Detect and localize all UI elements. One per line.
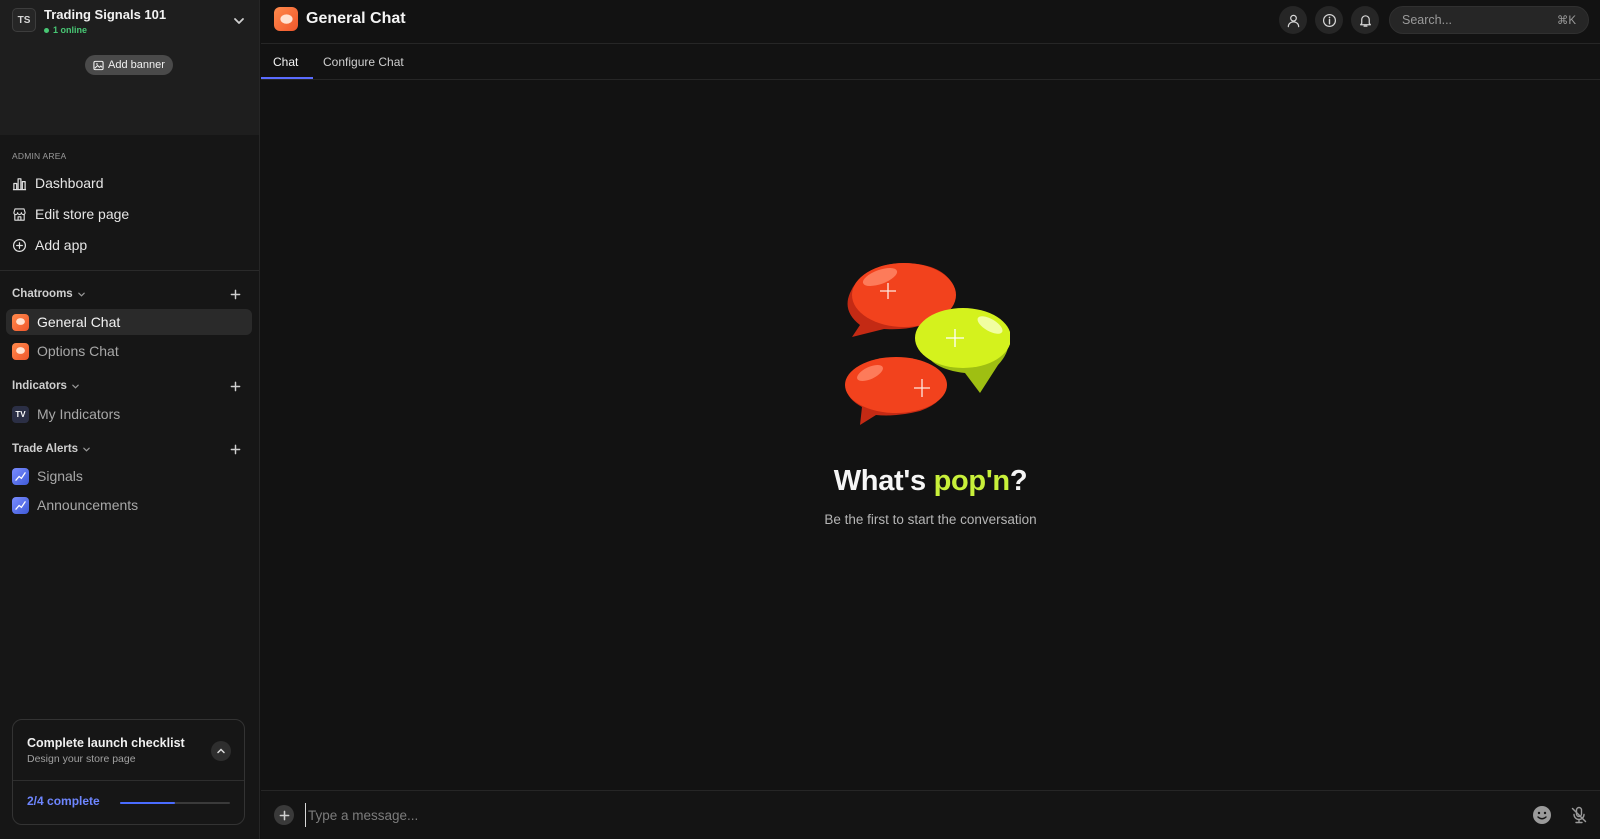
admin-item-dashboard[interactable]: Dashboard <box>12 171 104 195</box>
channel-label: Options Chat <box>37 343 119 359</box>
chat-bubble-icon <box>12 313 29 331</box>
bell-icon[interactable] <box>1351 6 1379 34</box>
active-tab-indicator <box>261 77 313 79</box>
empty-title-suffix: ? <box>1009 465 1028 497</box>
top-bar: General Chat Search... ⌘K <box>261 0 1600 44</box>
section-label: Chatrooms <box>12 288 73 300</box>
online-count: 1 online <box>53 25 88 35</box>
checklist-divider <box>13 780 244 781</box>
image-icon <box>93 60 104 70</box>
chevron-down-icon <box>77 290 86 299</box>
trade-alert-icon <box>12 467 29 485</box>
empty-state-subtitle: Be the first to start the conversation <box>824 512 1037 527</box>
mic-off-icon[interactable] <box>1569 805 1589 825</box>
channel-label: Signals <box>37 468 83 484</box>
admin-area-label: ADMIN AREA <box>12 151 67 161</box>
checklist-title: Complete launch checklist <box>27 736 185 750</box>
search-input[interactable]: Search... ⌘K <box>1389 6 1589 34</box>
channel-signals[interactable]: Signals <box>6 463 252 489</box>
add-chatroom-button[interactable] <box>226 285 244 303</box>
section-indicators[interactable]: Indicators <box>12 377 244 395</box>
checklist-progress-fill <box>120 802 175 804</box>
chevron-down-icon[interactable] <box>232 14 246 28</box>
message-composer <box>261 790 1600 839</box>
search-placeholder: Search... <box>1402 13 1453 27</box>
add-trade-alert-button[interactable] <box>226 440 244 458</box>
checklist-progress-text: 2/4 complete <box>27 794 100 808</box>
empty-title-highlight: pop'n <box>933 465 1011 497</box>
user-icon[interactable] <box>1279 6 1307 34</box>
chevron-up-icon[interactable] <box>211 741 231 761</box>
attach-plus-icon[interactable] <box>274 805 294 825</box>
tab-configure-chat[interactable]: Configure Chat <box>323 44 404 79</box>
checklist-progress-bar <box>120 802 230 804</box>
add-banner-button[interactable]: Add banner <box>85 55 173 75</box>
checklist-subtitle: Design your store page <box>27 753 136 765</box>
search-shortcut: ⌘K <box>1556 15 1576 27</box>
sidebar: TS Trading Signals 101 1 online Add bann… <box>0 0 260 839</box>
emoji-icon[interactable] <box>1532 805 1552 825</box>
main-panel: General Chat Search... ⌘K Chat Configure… <box>261 0 1600 839</box>
chevron-down-icon <box>71 382 80 391</box>
page-title: General Chat <box>306 10 406 27</box>
admin-item-edit-store[interactable]: Edit store page <box>12 202 129 226</box>
admin-item-label: Edit store page <box>35 206 130 222</box>
chevron-down-icon <box>82 445 91 454</box>
online-dot-icon <box>44 27 49 33</box>
section-trade-alerts[interactable]: Trade Alerts <box>12 440 244 458</box>
online-status: 1 online <box>44 25 87 35</box>
section-label: Trade Alerts <box>12 443 79 455</box>
empty-state-title: What's pop'n? <box>261 465 1600 498</box>
chat-bubble-icon <box>12 342 29 360</box>
tab-bar: Chat Configure Chat <box>261 44 1600 80</box>
empty-title-prefix: What's <box>833 465 934 497</box>
chat-bubbles-illustration <box>845 263 1010 425</box>
channel-announcements[interactable]: Announcements <box>6 492 252 518</box>
admin-item-label: Dashboard <box>35 175 104 191</box>
chat-bubble-icon <box>274 7 298 31</box>
admin-item-add-app[interactable]: Add app <box>12 233 87 257</box>
launch-checklist[interactable]: Complete launch checklist Design your st… <box>12 719 245 825</box>
channel-general-chat[interactable]: General Chat <box>6 309 252 335</box>
sidebar-divider <box>0 270 259 271</box>
channel-my-indicators[interactable]: TV My Indicators <box>6 401 252 427</box>
section-chatrooms[interactable]: Chatrooms <box>12 285 244 303</box>
channel-label: Announcements <box>37 497 139 513</box>
trade-alert-icon <box>12 496 29 514</box>
store-icon <box>13 207 26 221</box>
add-indicator-button[interactable] <box>226 377 244 395</box>
info-icon[interactable] <box>1315 6 1343 34</box>
message-input[interactable] <box>305 803 1455 827</box>
tab-chat[interactable]: Chat <box>273 44 298 79</box>
plus-circle-icon <box>12 238 27 252</box>
channel-label: General Chat <box>37 314 121 330</box>
tradingview-icon: TV <box>12 405 29 423</box>
admin-item-label: Add app <box>35 237 88 253</box>
workspace-header: TS Trading Signals 101 1 online Add bann… <box>0 0 259 135</box>
workspace-name[interactable]: Trading Signals 101 <box>44 7 166 22</box>
channel-label: My Indicators <box>37 406 121 422</box>
channel-options-chat[interactable]: Options Chat <box>6 338 252 364</box>
bar-chart-icon <box>12 177 27 190</box>
add-banner-label: Add banner <box>108 59 165 71</box>
section-label: Indicators <box>12 380 67 392</box>
empty-state: What's pop'n? Be the first to start the … <box>261 80 1600 790</box>
workspace-avatar[interactable]: TS <box>12 8 36 32</box>
